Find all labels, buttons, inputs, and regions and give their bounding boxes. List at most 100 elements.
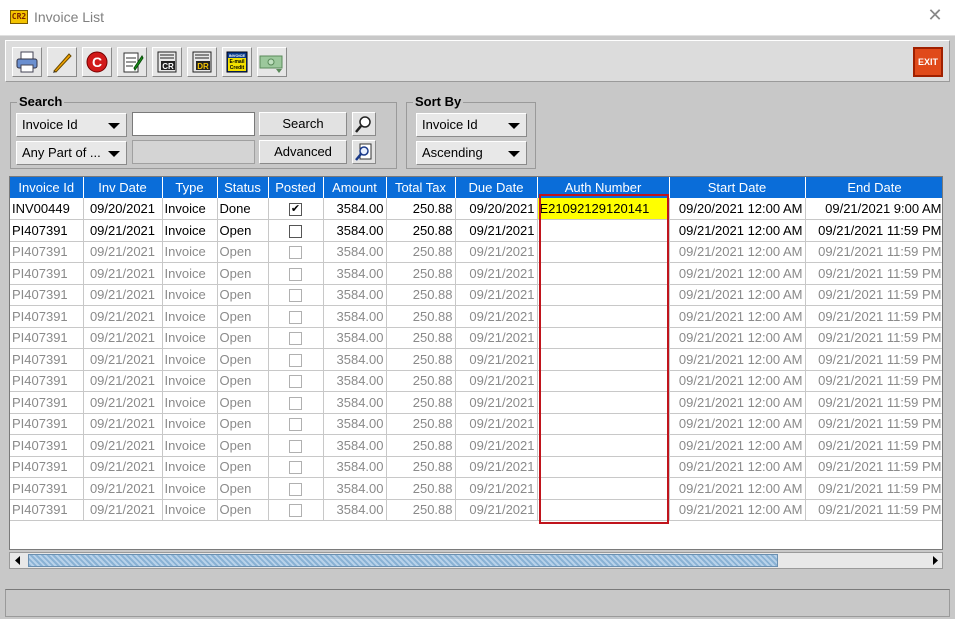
cell-type[interactable]: Invoice xyxy=(162,413,218,435)
cell-amount[interactable]: 3584.00 xyxy=(323,284,387,306)
cell-type[interactable]: Invoice xyxy=(162,434,218,457)
column-header-auth-number[interactable]: Auth Number xyxy=(537,177,670,198)
cell-start-date[interactable]: 09/21/2021 12:00 AM xyxy=(669,284,806,306)
cell-end-date[interactable]: 09/21/2021 11:59 PM xyxy=(805,241,942,263)
cell-status[interactable]: Open xyxy=(217,305,269,328)
cell-inv-date[interactable]: 09/21/2021 xyxy=(83,499,163,521)
debit-button[interactable]: DR xyxy=(187,47,217,77)
cell-posted[interactable] xyxy=(268,241,324,263)
cell-due-date[interactable]: 09/21/2021 xyxy=(455,219,538,242)
cell-posted[interactable] xyxy=(268,262,324,285)
cell-status[interactable]: Open xyxy=(217,370,269,392)
cell-status[interactable]: Done xyxy=(217,198,269,220)
cell-inv-date[interactable]: 09/21/2021 xyxy=(83,434,163,457)
cell-amount[interactable]: 3584.00 xyxy=(323,348,387,371)
scroll-right-button[interactable] xyxy=(927,553,942,568)
cell-type[interactable]: Invoice xyxy=(162,477,218,500)
cell-inv-date[interactable]: 09/21/2021 xyxy=(83,348,163,371)
cell-due-date[interactable]: 09/21/2021 xyxy=(455,284,538,306)
cell-posted[interactable] xyxy=(268,348,324,371)
cell-due-date[interactable]: 09/21/2021 xyxy=(455,241,538,263)
cell-inv-date[interactable]: 09/21/2021 xyxy=(83,391,163,414)
cell-total-tax[interactable]: 250.88 xyxy=(386,241,456,263)
cell-amount[interactable]: 3584.00 xyxy=(323,198,387,220)
table-row[interactable]: PI407391 09/21/2021 Invoice Open 3584.00 250.… xyxy=(10,348,942,371)
horizontal-scrollbar[interactable] xyxy=(9,552,943,569)
cell-due-date[interactable]: 09/21/2021 xyxy=(455,413,538,435)
cell-type[interactable]: Invoice xyxy=(162,198,218,220)
sort-field-select[interactable]: Invoice Id xyxy=(416,113,527,137)
cell-amount[interactable]: 3584.00 xyxy=(323,305,387,328)
posted-checkbox[interactable] xyxy=(289,504,302,518)
cell-inv-date[interactable]: 09/21/2021 xyxy=(83,477,163,500)
cell-amount[interactable]: 3584.00 xyxy=(323,219,387,242)
cell-posted[interactable] xyxy=(268,391,324,414)
cell-type[interactable]: Invoice xyxy=(162,284,218,306)
table-row[interactable]: PI407391 09/21/2021 Invoice Open 3584.00 250.… xyxy=(10,219,942,242)
advanced-find-button[interactable] xyxy=(352,140,376,164)
column-header-posted[interactable]: Posted xyxy=(268,177,324,198)
cell-auth-number[interactable] xyxy=(537,305,670,328)
cell-start-date[interactable]: 09/21/2021 12:00 AM xyxy=(669,499,806,521)
posted-checkbox[interactable] xyxy=(289,439,302,453)
posted-checkbox[interactable] xyxy=(289,375,302,389)
cell-end-date[interactable]: 09/21/2021 11:59 PM xyxy=(805,456,942,478)
cell-status[interactable]: Open xyxy=(217,477,269,500)
posted-checkbox[interactable] xyxy=(289,310,302,324)
cell-amount[interactable]: 3584.00 xyxy=(323,391,387,414)
cell-end-date[interactable]: 09/21/2021 11:59 PM xyxy=(805,499,942,521)
credit-button[interactable]: CR xyxy=(152,47,182,77)
cell-auth-number[interactable] xyxy=(537,284,670,306)
close-window-button[interactable]: ✕ xyxy=(925,6,945,26)
search-field-select[interactable]: Invoice Id xyxy=(16,113,127,137)
cell-status[interactable]: Open xyxy=(217,391,269,414)
cell-amount[interactable]: 3584.00 xyxy=(323,434,387,457)
cell-amount[interactable]: 3584.00 xyxy=(323,327,387,349)
cell-posted[interactable] xyxy=(268,327,324,349)
cell-total-tax[interactable]: 250.88 xyxy=(386,284,456,306)
cell-total-tax[interactable]: 250.88 xyxy=(386,477,456,500)
cell-invoice-id[interactable]: INV00449 xyxy=(10,198,84,220)
posted-checkbox[interactable] xyxy=(289,396,302,410)
cell-auth-number[interactable]: E21092129120141 xyxy=(537,198,670,220)
cell-invoice-id[interactable]: PI407391 xyxy=(10,413,84,435)
cell-due-date[interactable]: 09/21/2021 xyxy=(455,370,538,392)
cell-type[interactable]: Invoice xyxy=(162,370,218,392)
posted-checkbox[interactable] xyxy=(289,289,302,303)
cell-invoice-id[interactable]: PI407391 xyxy=(10,434,84,457)
cell-invoice-id[interactable]: PI407391 xyxy=(10,219,84,242)
search-input[interactable] xyxy=(132,112,255,136)
cell-start-date[interactable]: 09/21/2021 12:00 AM xyxy=(669,413,806,435)
cell-auth-number[interactable] xyxy=(537,477,670,500)
cell-due-date[interactable]: 09/21/2021 xyxy=(455,434,538,457)
cell-total-tax[interactable]: 250.88 xyxy=(386,499,456,521)
cell-end-date[interactable]: 09/21/2021 11:59 PM xyxy=(805,327,942,349)
cell-invoice-id[interactable]: PI407391 xyxy=(10,456,84,478)
cell-end-date[interactable]: 09/21/2021 11:59 PM xyxy=(805,219,942,242)
column-header-invoice-id[interactable]: Invoice Id xyxy=(10,177,84,198)
advanced-search-button[interactable]: Advanced xyxy=(259,140,347,164)
cell-invoice-id[interactable]: PI407391 xyxy=(10,370,84,392)
cell-amount[interactable]: 3584.00 xyxy=(323,241,387,263)
posted-checkbox[interactable] xyxy=(289,224,302,238)
cell-amount[interactable]: 3584.00 xyxy=(323,499,387,521)
cell-invoice-id[interactable]: PI407391 xyxy=(10,327,84,349)
cell-auth-number[interactable] xyxy=(537,456,670,478)
cell-posted[interactable] xyxy=(268,219,324,242)
cell-posted[interactable] xyxy=(268,305,324,328)
money-transfer-button[interactable] xyxy=(257,47,287,77)
cell-amount[interactable]: 3584.00 xyxy=(323,477,387,500)
cell-total-tax[interactable]: 250.88 xyxy=(386,391,456,414)
cell-inv-date[interactable]: 09/21/2021 xyxy=(83,370,163,392)
cell-status[interactable]: Open xyxy=(217,241,269,263)
cell-auth-number[interactable] xyxy=(537,370,670,392)
posted-checkbox[interactable] xyxy=(289,246,302,260)
cell-invoice-id[interactable]: PI407391 xyxy=(10,499,84,521)
posted-checkbox[interactable] xyxy=(289,461,302,475)
cell-start-date[interactable]: 09/20/2021 12:00 AM xyxy=(669,198,806,220)
posted-checkbox[interactable] xyxy=(289,482,302,496)
scroll-left-button[interactable] xyxy=(10,553,25,568)
posted-checkbox[interactable] xyxy=(289,267,302,281)
cell-due-date[interactable]: 09/21/2021 xyxy=(455,348,538,371)
cell-amount[interactable]: 3584.00 xyxy=(323,262,387,285)
